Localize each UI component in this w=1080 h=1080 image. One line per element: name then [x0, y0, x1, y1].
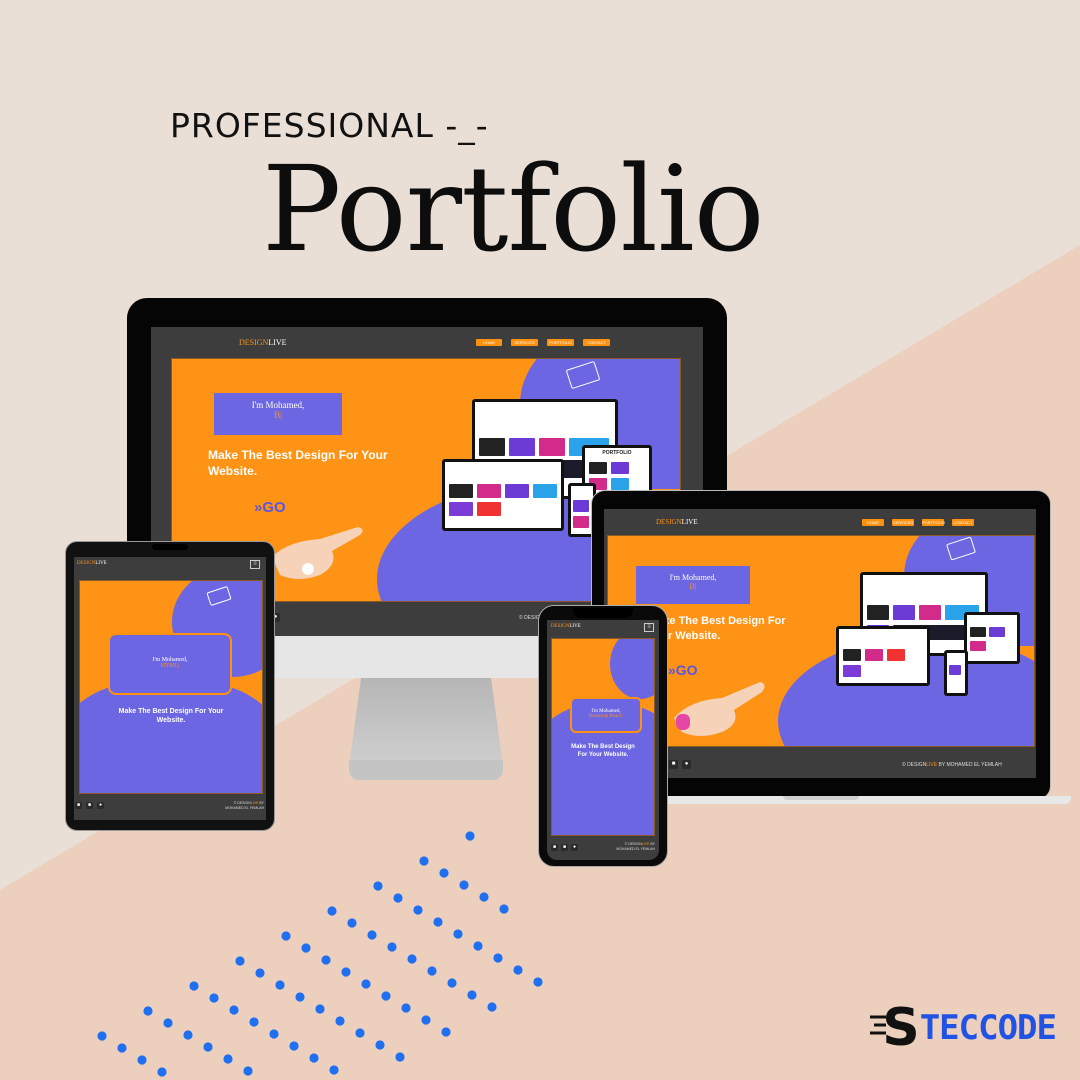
dot-pattern: [97, 831, 543, 1077]
decor-dot: [381, 991, 391, 1001]
decor-dot: [395, 1052, 405, 1062]
decor-dot: [117, 1043, 127, 1053]
decor-dot: [433, 917, 443, 927]
decor-dot: [499, 904, 509, 914]
teccode-logo: S TECCODE: [870, 998, 1057, 1058]
decor-dot: [465, 831, 475, 841]
decor-dot: [321, 955, 331, 965]
decor-dot: [419, 856, 429, 866]
decor-dot: [361, 979, 371, 989]
decor-dot: [453, 929, 463, 939]
decor-dot: [393, 893, 403, 903]
decor-dot: [341, 967, 351, 977]
decor-dot: [513, 965, 523, 975]
decor-dot: [367, 930, 377, 940]
decor-dot: [427, 966, 437, 976]
decor-dot: [301, 943, 311, 953]
decor-dot: [487, 1002, 497, 1012]
decor-dot: [295, 992, 305, 1002]
decor-dot: [413, 905, 423, 915]
decor-dot: [203, 1042, 213, 1052]
decor-dot: [375, 1040, 385, 1050]
decor-dot: [441, 1027, 451, 1037]
brand-mark: S: [882, 998, 920, 1058]
decor-dot: [189, 981, 199, 991]
decor-dot: [467, 990, 477, 1000]
decor-dot: [421, 1015, 431, 1025]
decor-dot: [327, 906, 337, 916]
decor-dot: [209, 993, 219, 1003]
decor-dot: [143, 1006, 153, 1016]
decor-dot: [387, 942, 397, 952]
decor-dot: [235, 956, 245, 966]
decor-dot: [229, 1005, 239, 1015]
decor-dot: [269, 1029, 279, 1039]
decor-dot: [493, 953, 503, 963]
decor-dot: [401, 1003, 411, 1013]
decor-dot: [243, 1066, 253, 1076]
decor-dot: [163, 1018, 173, 1028]
decor-dot: [157, 1067, 167, 1077]
decor-dot: [479, 892, 489, 902]
decor-dot: [275, 980, 285, 990]
decor-dot: [329, 1065, 339, 1075]
decor-dot: [281, 931, 291, 941]
decor-dot: [223, 1054, 233, 1064]
decor-dot: [137, 1055, 147, 1065]
decor-dot: [249, 1017, 259, 1027]
decor-dot: [335, 1016, 345, 1026]
decor-dot: [289, 1041, 299, 1051]
decor-dot: [533, 977, 543, 987]
decor-dot: [97, 1031, 107, 1041]
brand-name: TECCODE: [919, 1008, 1057, 1048]
decor-dot: [373, 881, 383, 891]
decor-dot: [439, 868, 449, 878]
decor-dot: [309, 1053, 319, 1063]
decor-dot: [447, 978, 457, 988]
decor-dot: [473, 941, 483, 951]
decor-dot: [255, 968, 265, 978]
decor-dot: [355, 1028, 365, 1038]
decor-dot: [459, 880, 469, 890]
decor-dot: [347, 918, 357, 928]
decor-dot: [183, 1030, 193, 1040]
decor-dot: [407, 954, 417, 964]
decor-dot: [315, 1004, 325, 1014]
